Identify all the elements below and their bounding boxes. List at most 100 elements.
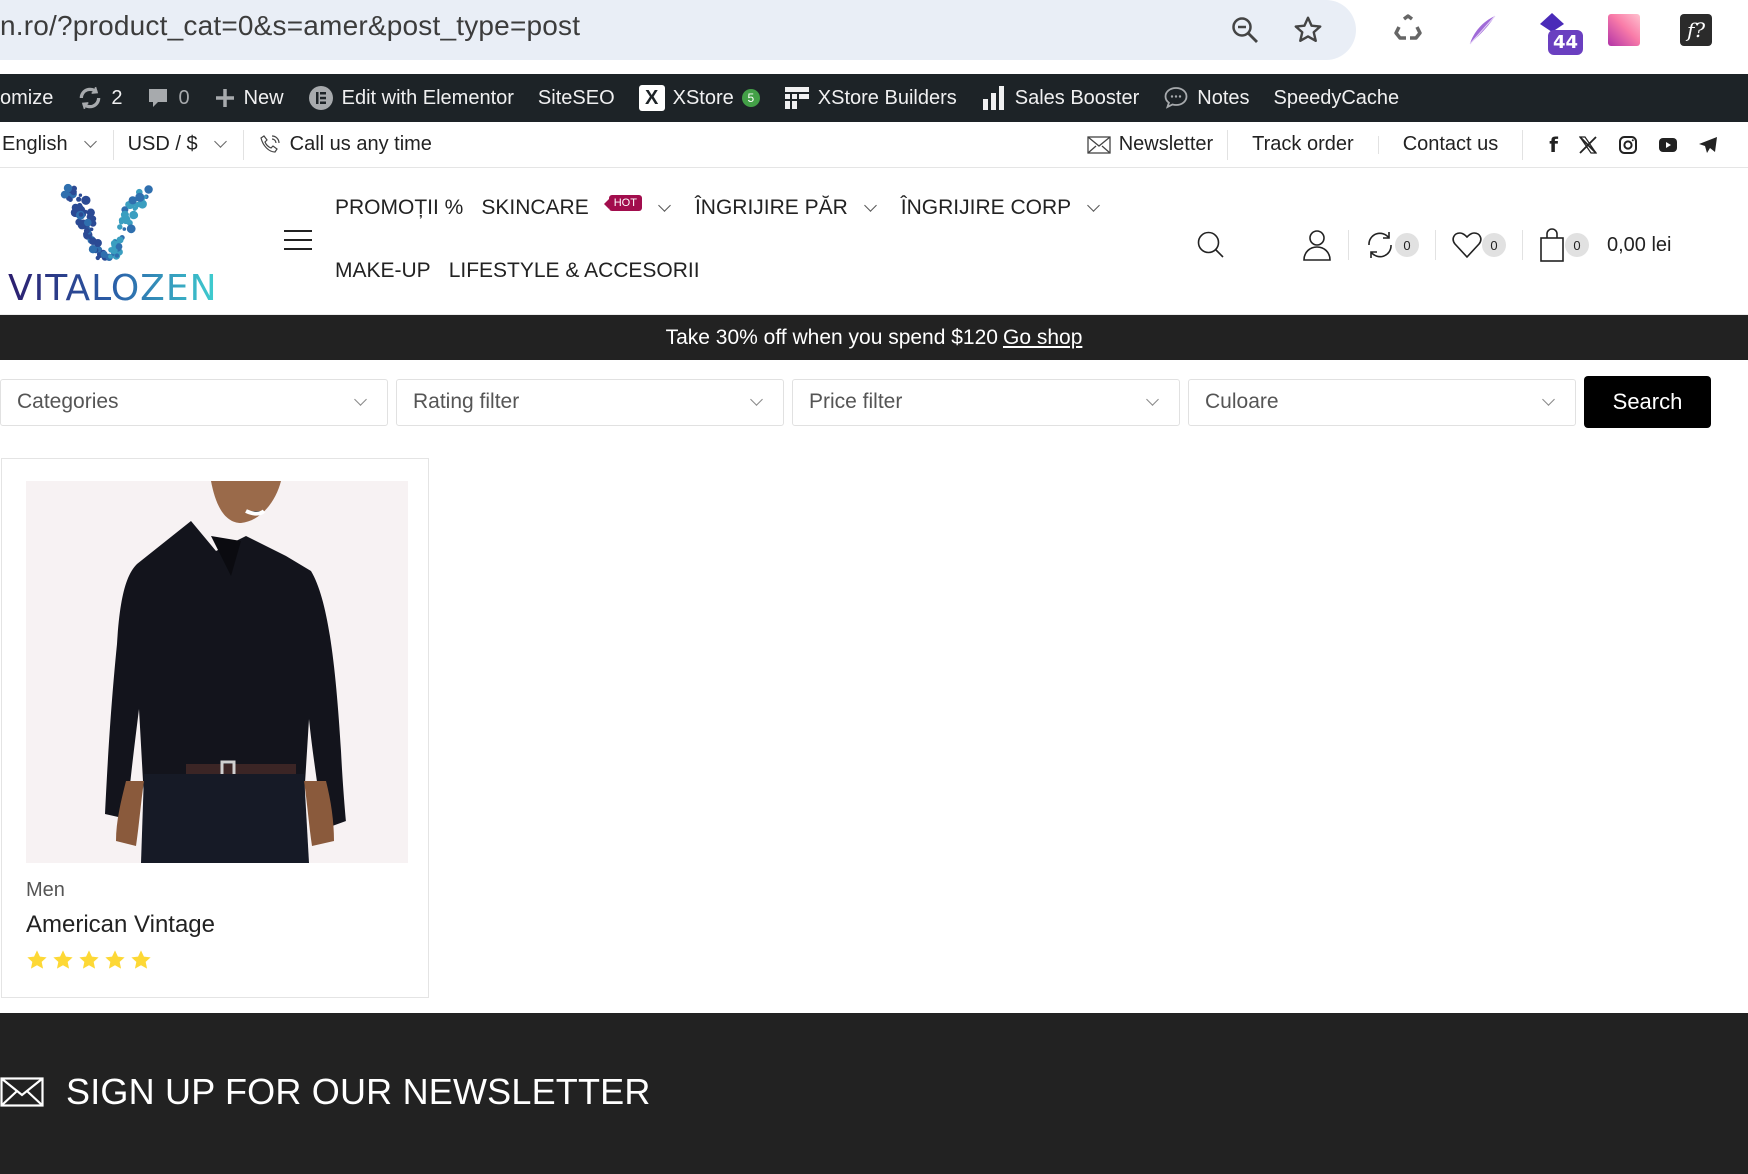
x-icon[interactable] <box>1578 135 1598 155</box>
elementor-label: Edit with Elementor <box>341 86 514 109</box>
menu-item-skincare[interactable]: SKINCARE HOT <box>481 195 677 220</box>
notes-label: Notes <box>1197 86 1250 109</box>
menu-item-promotii[interactable]: PROMOȚII % <box>335 196 463 220</box>
admin-new[interactable]: New <box>202 74 296 122</box>
contact-link[interactable]: Contact us <box>1379 122 1523 167</box>
product-image[interactable] <box>26 481 408 863</box>
admin-siteseo[interactable]: SiteSEO <box>526 74 627 122</box>
menu-row-1: PROMOȚII % SKINCARE HOT ÎNGRIJIRE PĂR ÎN… <box>335 188 1101 228</box>
xstore-label: XStore <box>672 86 734 109</box>
admin-xstore[interactable]: X XStore 5 <box>627 74 772 122</box>
chevron-down-icon <box>863 198 877 212</box>
menu-label: PROMOȚII % <box>335 196 464 219</box>
social-links: f <box>1523 133 1718 157</box>
search-button[interactable]: Search <box>1584 376 1711 428</box>
compare-button[interactable]: 0 <box>1349 223 1435 267</box>
color-filter-select[interactable]: Culoare <box>1188 378 1576 426</box>
new-label: New <box>243 86 284 109</box>
admin-updates[interactable]: 2 <box>65 74 134 122</box>
promo-text: Take 30% off when you spend $120 <box>665 325 998 349</box>
rating-filter-select[interactable]: Rating filter <box>396 378 784 426</box>
shopping-bag-icon <box>1540 228 1564 262</box>
menu-label: ÎNGRIJIRE CORP <box>900 196 1072 219</box>
newsletter-label: Newsletter <box>1118 133 1214 155</box>
product-title[interactable]: American Vintage <box>26 911 215 939</box>
search-icon <box>1197 231 1224 258</box>
menu-item-lifestyle[interactable]: LIFESTYLE & ACCESORII <box>449 259 700 283</box>
address-bar[interactable]: n.ro/?product_cat=0&s=amer&post_type=pos… <box>0 0 1356 60</box>
track-order-label: Track order <box>1252 133 1354 155</box>
wishlist-button[interactable]: 0 <box>1436 223 1522 267</box>
logo-text: VITALOZEN <box>8 268 218 309</box>
categories-select[interactable]: Categories <box>0 378 388 426</box>
product-rating <box>26 949 152 971</box>
site-header: VITALOZEN PROMOȚII % SKINCARE HOT ÎNGRIJ… <box>0 168 1748 315</box>
xstore-icon: X <box>638 85 665 111</box>
newsletter-link[interactable]: Newsletter <box>1073 122 1227 167</box>
hamburger-menu-icon[interactable] <box>284 230 312 250</box>
product-card[interactable]: Men American Vintage <box>1 458 429 998</box>
comments-count: 0 <box>178 86 190 109</box>
call-label: Call us any time <box>289 133 432 155</box>
quill-extension-icon[interactable] <box>1460 8 1504 52</box>
admin-sales-booster[interactable]: Sales Booster <box>969 74 1152 122</box>
phone-icon <box>259 134 280 153</box>
elementor-icon <box>308 86 333 110</box>
cart-total: 0,00 lei <box>1607 233 1672 256</box>
menu-item-ingrijire-corp[interactable]: ÎNGRIJIRE CORP <box>901 196 1106 220</box>
stack-extension-icon[interactable]: 44 <box>1534 8 1584 55</box>
compare-refresh-icon <box>1368 232 1392 258</box>
logo-v-mark <box>60 183 153 261</box>
youtube-icon[interactable] <box>1658 135 1678 155</box>
product-category[interactable]: Men <box>26 879 65 902</box>
menu-item-ingrijire-par[interactable]: ÎNGRIJIRE PĂR <box>695 196 883 220</box>
xstore-badge: 5 <box>741 89 760 107</box>
newsletter-title: SIGN UP FOR OUR NEWSLETTER <box>66 1071 651 1112</box>
star-icon <box>79 950 99 969</box>
user-icon <box>1303 230 1331 261</box>
instagram-icon[interactable] <box>1618 135 1638 155</box>
menu-item-make-up[interactable]: MAKE-UP <box>335 259 431 283</box>
cart-button[interactable]: 0 0,00 lei <box>1523 223 1688 267</box>
price-filter-select[interactable]: Price filter <box>792 378 1180 426</box>
menu-row-2: MAKE-UP LIFESTYLE & ACCESORII <box>335 251 1095 291</box>
admin-elementor[interactable]: Edit with Elementor <box>296 74 526 122</box>
language-selector[interactable]: English <box>0 122 113 167</box>
font-finder-extension-icon[interactable]: f? <box>1674 8 1718 52</box>
admin-customize[interactable]: omize <box>0 74 65 122</box>
header-actions: 0 0 0 0,00 lei <box>1180 223 1688 267</box>
menu-label: LIFESTYLE & ACCESORII <box>448 259 700 282</box>
chevron-down-icon <box>1087 198 1101 212</box>
telegram-icon[interactable] <box>1698 135 1718 155</box>
contact-label: Contact us <box>1402 133 1499 155</box>
customize-label: omize <box>0 86 54 109</box>
star-icon <box>105 950 125 969</box>
siteseo-label: SiteSEO <box>537 86 615 109</box>
url-text[interactable]: n.ro/?product_cat=0&s=amer&post_type=pos… <box>0 10 580 42</box>
zoom-out-icon[interactable] <box>1225 10 1265 50</box>
updates-count: 2 <box>111 86 123 109</box>
compare-count: 0 <box>1395 233 1419 257</box>
builders-icon <box>784 87 809 109</box>
account-button[interactable] <box>1286 223 1348 267</box>
currency-selector[interactable]: USD / $ <box>114 122 243 167</box>
main-menu: PROMOȚII % SKINCARE HOT ÎNGRIJIRE PĂR ÎN… <box>335 188 1101 314</box>
filters-bar: Categories Rating filter Price filter Cu… <box>0 375 1748 429</box>
facebook-icon[interactable]: f <box>1549 133 1558 157</box>
track-order-link[interactable]: Track order <box>1228 122 1378 167</box>
go-shop-link[interactable]: Go shop <box>1003 326 1082 350</box>
recycle-extension-icon[interactable] <box>1386 8 1430 52</box>
admin-comments[interactable]: 0 <box>134 74 201 122</box>
admin-xstore-builders[interactable]: XStore Builders <box>772 74 969 122</box>
call-us[interactable]: Call us any time <box>244 122 446 167</box>
admin-notes[interactable]: Notes <box>1151 74 1261 122</box>
cart-count: 0 <box>1565 233 1589 257</box>
gradient-extension-icon[interactable] <box>1602 8 1646 52</box>
star-icon <box>131 950 151 969</box>
site-logo[interactable]: VITALOZEN <box>8 180 218 309</box>
search-button[interactable] <box>1180 223 1286 267</box>
admin-speedycache[interactable]: SpeedyCache <box>1262 74 1412 122</box>
bookmark-star-icon[interactable] <box>1288 10 1328 50</box>
extension-badge: 44 <box>1548 30 1584 55</box>
comment-icon <box>149 89 168 107</box>
